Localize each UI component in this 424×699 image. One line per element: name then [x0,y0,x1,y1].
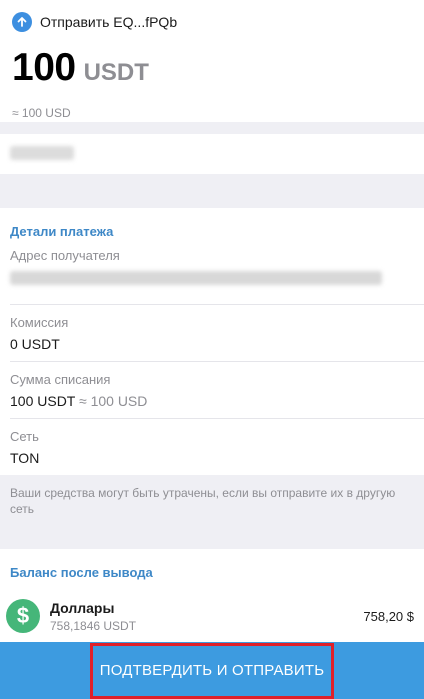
amount-currency: USDT [83,59,149,86]
asset-amount: 758,1846 USDT [50,618,137,633]
confirm-send-button[interactable]: ПОДТВЕРДИТЬ И ОТПРАВИТЬ [90,642,334,699]
balance-text: Доллары 758,1846 USDT [50,600,363,633]
debit-usd: ≈ 100 USD [79,393,148,409]
debit-field: Сумма списания 100 USDT ≈ 100 USD [0,362,424,418]
debit-value-row: 100 USDT ≈ 100 USD [10,393,414,409]
payment-details: Детали платежа Адрес получателя Комиссия… [0,208,424,475]
details-section-title: Детали платежа [10,224,114,239]
blurred-text [10,146,74,160]
network-warning: Ваши средства могут быть утрачены, если … [0,475,424,549]
network-field: Сеть TON [0,419,424,475]
dollar-icon: $ [6,599,40,633]
network-value: TON [10,450,40,466]
comment-row [0,134,424,174]
recipient-label: Адрес получателя [10,248,120,263]
asset-name: Доллары [50,599,115,616]
balance-section-title: Баланс после вывода [10,565,153,580]
header-title: Отправить EQ...fPQb [40,14,178,30]
blurred-recipient-address [10,271,382,285]
debit-value: 100 USDT [10,393,76,409]
recipient-field: Адрес получателя [0,248,424,304]
spacer [0,174,424,208]
spacer [0,122,424,134]
amount-value: 100 [12,46,76,89]
fiat-amount: 758,20 $ [363,608,414,624]
debit-label: Сумма списания [10,372,111,387]
transfer-header: Отправить EQ...fPQb 100 USDT ≈ 100 USD [0,0,424,122]
balance-after: Баланс после вывода $ Доллары 758,1846 U… [0,549,424,643]
balance-asset-row: $ Доллары 758,1846 USDT 758,20 $ [0,589,424,643]
network-label: Сеть [10,429,39,444]
fee-field: Комиссия 0 USDT [0,305,424,361]
warning-text: Ваши средства могут быть утрачены, если … [10,486,396,516]
header-row: Отправить EQ...fPQb [12,10,412,34]
fee-value: 0 USDT [10,336,60,352]
amount-row: 100 USDT [12,46,412,90]
amount-usd: ≈ 100 USD [12,106,71,120]
fee-label: Комиссия [10,315,69,330]
bottom-action-bar: ПОДТВЕРДИТЬ И ОТПРАВИТЬ [0,642,424,699]
send-arrow-icon [12,12,32,32]
